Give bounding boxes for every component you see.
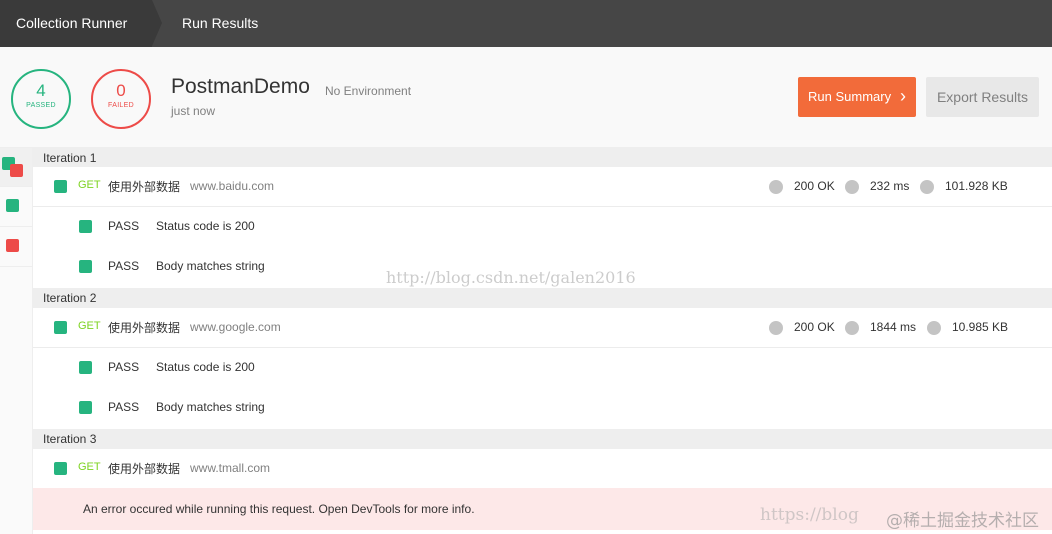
environment-label: No Environment — [325, 84, 412, 98]
test-result-row: PASS Body matches string — [33, 388, 1052, 428]
response-time: 1844 ms — [870, 320, 917, 334]
failed-label: FAILED — [108, 102, 134, 109]
breadcrumb-collection-runner[interactable]: Collection Runner — [0, 0, 152, 47]
iteration-header: Iteration 2 — [33, 288, 1052, 308]
request-method: GET — [78, 179, 101, 191]
request-method: GET — [78, 320, 101, 332]
request-url: www.google.com — [190, 320, 281, 334]
request-row[interactable]: GET 使用外部数据 www.google.com 200 OK 1844 ms… — [33, 308, 1052, 348]
pass-status-icon — [6, 199, 19, 212]
failed-counter: 0 FAILED — [91, 69, 151, 129]
request-name: 使用外部数据 — [108, 180, 181, 194]
response-size-icon — [920, 180, 934, 194]
test-result-row: PASS Status code is 200 — [33, 348, 1052, 388]
iteration-sidebar — [0, 148, 33, 534]
test-status: PASS — [108, 259, 140, 273]
status-code-icon — [769, 180, 783, 194]
sidebar-iteration-1[interactable] — [0, 148, 32, 187]
test-status: PASS — [108, 400, 140, 414]
test-name: Body matches string — [156, 259, 265, 273]
failed-count: 0 — [116, 81, 126, 100]
response-size: 101.928 KB — [945, 179, 1008, 193]
export-results-button[interactable]: Export Results — [926, 77, 1039, 117]
pass-status-icon — [54, 321, 67, 334]
response-status: 200 OK — [794, 179, 835, 193]
response-time: 232 ms — [870, 179, 910, 193]
response-time-icon — [845, 321, 859, 335]
request-row[interactable]: GET 使用外部数据 www.tmall.com — [33, 449, 1052, 489]
run-header: 4 PASSED 0 FAILED PostmanDemo No Environ… — [0, 47, 1052, 148]
breadcrumb-run-results[interactable]: Run Results — [152, 0, 280, 47]
test-name: Status code is 200 — [156, 219, 255, 233]
test-status: PASS — [108, 219, 140, 233]
fail-status-icon — [6, 239, 19, 252]
status-code-icon — [769, 321, 783, 335]
iteration-header: Iteration 3 — [33, 429, 1052, 449]
breadcrumb-separator — [280, 0, 290, 46]
test-result-row: PASS Status code is 200 — [33, 207, 1052, 247]
pass-status-icon — [79, 401, 92, 414]
iteration-header: Iteration 1 — [33, 148, 1052, 168]
response-status: 200 OK — [794, 320, 835, 334]
breadcrumb: Collection Runner Run Results — [0, 0, 1052, 47]
passed-label: PASSED — [26, 102, 56, 109]
test-name: Status code is 200 — [156, 360, 255, 374]
test-result-row: PASS Body matches string — [33, 247, 1052, 287]
request-method: GET — [78, 461, 101, 473]
response-time-icon — [845, 180, 859, 194]
pass-status-icon — [54, 180, 67, 193]
collection-name: PostmanDemo — [171, 75, 310, 98]
response-size-icon — [927, 321, 941, 335]
test-name: Body matches string — [156, 400, 265, 414]
fail-status-icon — [10, 164, 23, 177]
request-name: 使用外部数据 — [108, 462, 181, 476]
run-summary-label: Run Summary — [808, 89, 892, 104]
pass-status-icon — [79, 220, 92, 233]
request-url: www.baidu.com — [190, 179, 275, 193]
request-error-message: An error occured while running this requ… — [33, 488, 1052, 530]
chevron-right-icon: › — [900, 86, 906, 106]
request-url: www.tmall.com — [190, 461, 271, 475]
pass-status-icon — [54, 462, 67, 475]
response-size: 10.985 KB — [952, 320, 1009, 334]
run-summary-button[interactable]: Run Summary › — [798, 77, 916, 117]
passed-counter: 4 PASSED — [11, 69, 71, 129]
pass-status-icon — [79, 361, 92, 374]
sidebar-iteration-3[interactable] — [0, 227, 32, 267]
sidebar-iteration-2[interactable] — [0, 187, 32, 227]
passed-count: 4 — [36, 81, 46, 100]
request-name: 使用外部数据 — [108, 321, 181, 335]
test-status: PASS — [108, 360, 140, 374]
request-row[interactable]: GET 使用外部数据 www.baidu.com 200 OK 232 ms 1… — [33, 167, 1052, 207]
pass-status-icon — [79, 260, 92, 273]
run-time: just now — [171, 104, 216, 118]
